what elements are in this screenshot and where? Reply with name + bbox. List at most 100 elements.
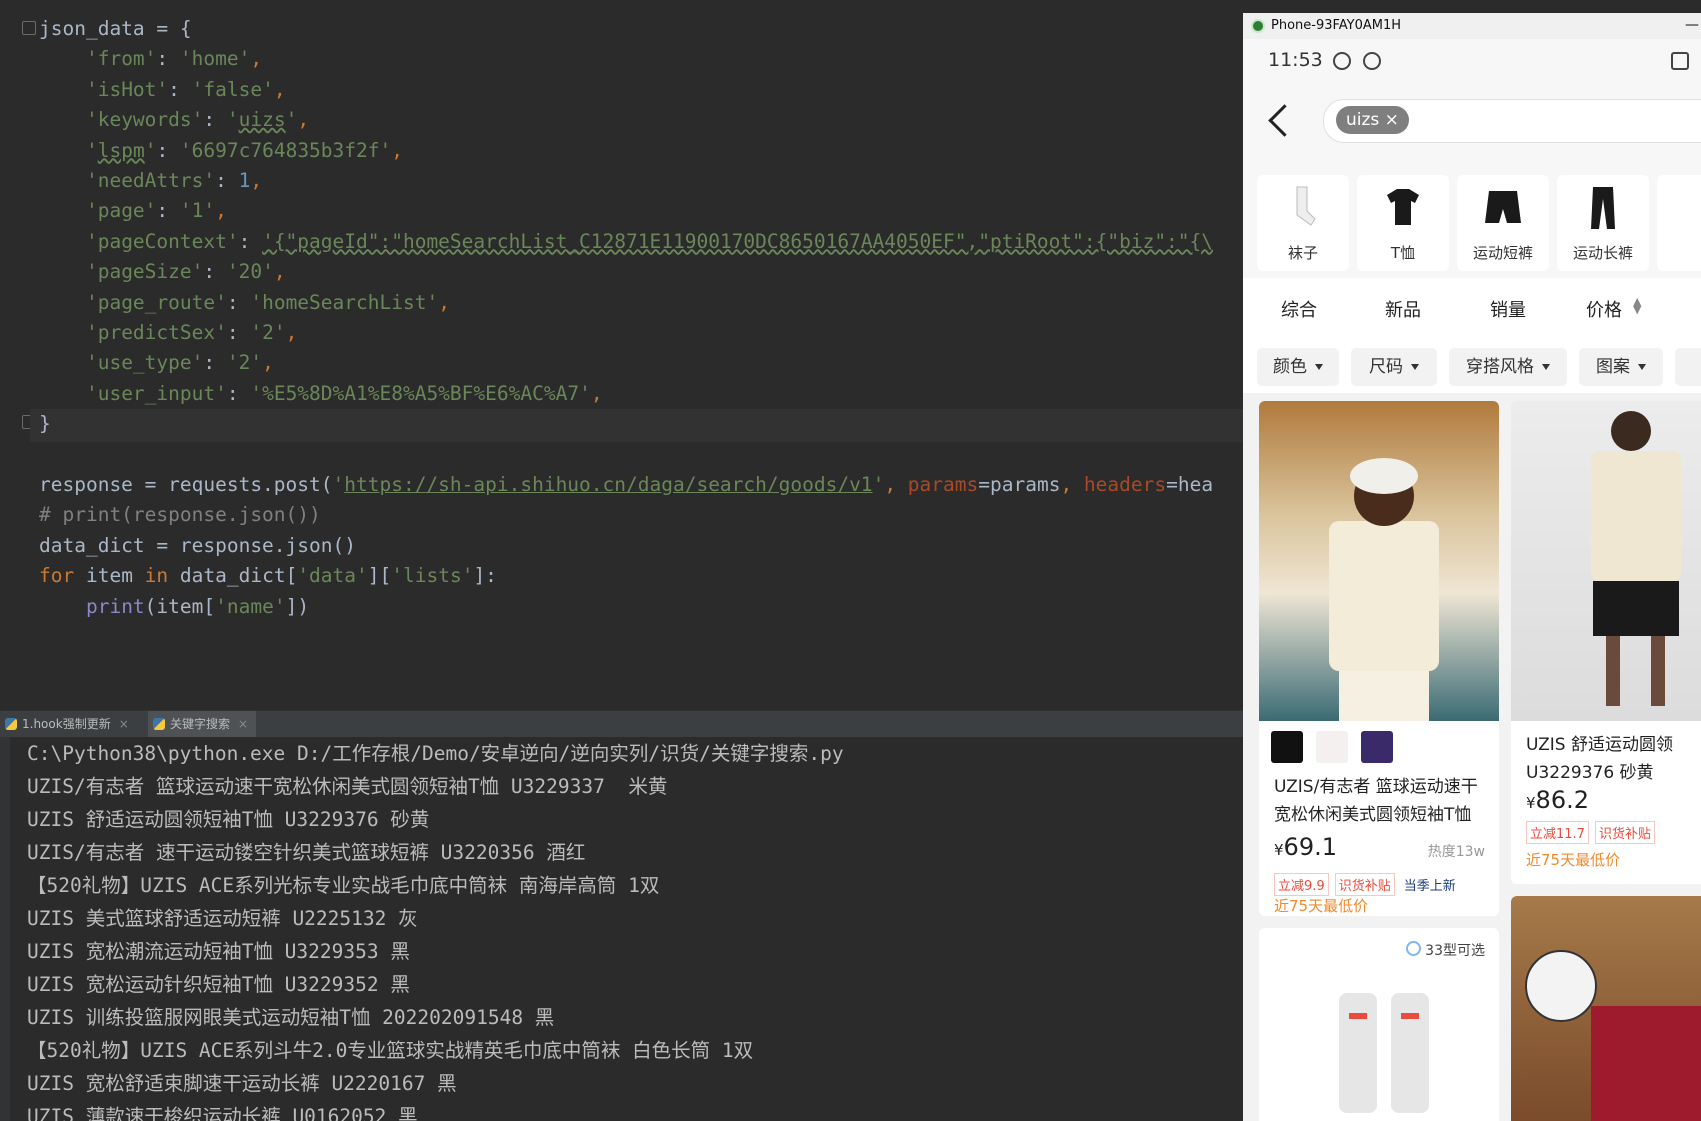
code-token: 'name'	[215, 594, 286, 618]
run-console[interactable]: C:\Python38\python.exe D:/工作存根/Demo/安卓逆向…	[0, 737, 1243, 1121]
product-photo	[1591, 411, 1681, 706]
search-keyword-chip[interactable]: uizs ×	[1336, 106, 1409, 134]
code-token: :	[238, 229, 263, 253]
filter-bar: 颜色 尺码 穿搭风格 图案	[1243, 338, 1701, 393]
code-token: '	[872, 473, 885, 496]
product-card[interactable]: 33型可选	[1259, 928, 1499, 1121]
code-line: # print(response.json())	[39, 498, 321, 531]
code-token: ,	[391, 138, 403, 162]
caret-down-icon	[1638, 364, 1646, 370]
code-line: 'page_route': 'homeSearchList',	[39, 286, 450, 319]
phone-window-titlebar: Phone-93FAY0AM1H —	[1243, 13, 1701, 39]
variants-badge: 33型可选	[1406, 940, 1485, 960]
product-card[interactable]	[1511, 896, 1701, 1121]
category-shorts[interactable]: 运动短裤	[1457, 175, 1549, 271]
code-token: ,	[250, 169, 263, 192]
code-token: data_dict[	[179, 564, 298, 588]
run-tabs: 1.hook强制更新 × 关键字搜索 ×	[0, 710, 1243, 739]
code-token: '6697c764835b3f2f'	[179, 138, 392, 162]
code-token: ,	[262, 351, 274, 375]
minimize-icon[interactable]: —	[1685, 13, 1699, 38]
console-line: UZIS 宽松舒适束脚速干运动长裤 U2220167 黑	[27, 1072, 457, 1095]
lowest-price-note: 近75天最低价	[1274, 897, 1369, 915]
code-editor[interactable]: json_data = { 'from': 'home', 'isHot': '…	[0, 0, 1243, 683]
code-token: 'isHot'	[85, 77, 169, 101]
run-tab-keyword-search[interactable]: 关键字搜索 ×	[148, 711, 257, 739]
code-token: '	[285, 108, 298, 132]
filter-style[interactable]: 穿搭风格	[1449, 348, 1567, 386]
code-token: :	[226, 381, 251, 405]
search-input[interactable]: uizs ×	[1323, 99, 1701, 143]
close-icon[interactable]: ×	[119, 717, 129, 731]
heat-count: 热度13w	[1427, 844, 1485, 860]
filter-more[interactable]	[1675, 348, 1701, 386]
code-token: 'needAttrs'	[85, 169, 216, 192]
back-arrow-icon[interactable]	[1268, 104, 1301, 137]
product-title: UZIS/有志者 篮球运动速干 宽松休闲美式圆领短袖T恤	[1274, 773, 1478, 829]
run-tab-label: 1.hook强制更新	[22, 717, 111, 731]
code-token: ,	[273, 77, 286, 101]
subsidy-tag: 识货补贴	[1594, 821, 1655, 844]
code-token: ,	[285, 321, 298, 344]
code-token: (item[	[144, 594, 216, 618]
filter-color[interactable]: 颜色	[1257, 348, 1339, 386]
category-tshirt[interactable]: T恤	[1357, 175, 1449, 271]
run-tab-label: 关键字搜索	[170, 717, 231, 731]
filter-pattern[interactable]: 图案	[1579, 348, 1663, 386]
phone-window-title: Phone-93FAY0AM1H	[1271, 18, 1402, 33]
category-pants[interactable]: 运动长裤	[1557, 175, 1649, 271]
console-line: UZIS/有志者 速干运动镂空针织美式篮球短裤 U3220356 酒红	[27, 841, 586, 864]
category-more[interactable]	[1657, 175, 1701, 271]
code-token: ,	[215, 199, 227, 223]
sort-price[interactable]: 价格	[1586, 296, 1622, 322]
console-line: UZIS/有志者 篮球运动速干宽松休闲美式圆领短袖T恤 U3229337 米黄	[27, 775, 668, 798]
run-tab-hook[interactable]: 1.hook强制更新 ×	[0, 711, 137, 737]
code-token: }	[39, 412, 51, 436]
product-title: UZIS 舒适运动圆领 U3229376 砂黄	[1526, 731, 1673, 787]
fold-marker-icon[interactable]	[22, 21, 36, 35]
code-token: '2'	[250, 321, 286, 344]
code-line: 'keywords': 'uizs',	[39, 103, 309, 136]
status-time: 11:53	[1268, 49, 1323, 71]
code-token: :	[168, 77, 192, 101]
code-token: ]:	[473, 564, 497, 588]
color-swatch-black[interactable]	[1271, 731, 1303, 763]
sort-new[interactable]: 新品	[1385, 296, 1421, 322]
color-swatch-white[interactable]	[1316, 731, 1348, 763]
code-token: data_dict = response.json()	[39, 533, 356, 557]
globe-icon	[1363, 52, 1381, 70]
sort-comprehensive[interactable]: 综合	[1281, 296, 1317, 322]
console-line: UZIS 舒适运动圆领短袖T恤 U3229376 砂黄	[27, 808, 430, 831]
code-line: 'pageContext': '{"pageId":"homeSearchLis…	[39, 225, 1213, 258]
price-value: 86.2	[1535, 786, 1589, 814]
product-tags: 立减11.7 识货补贴	[1526, 821, 1661, 844]
code-token: uizs	[238, 108, 286, 132]
code-token: item	[85, 564, 145, 588]
close-icon[interactable]: ×	[238, 717, 248, 731]
code-token: # print(response.json())	[39, 503, 321, 527]
current-line-highlight	[30, 409, 1243, 442]
code-token: ][	[367, 564, 392, 588]
color-swatch-purple[interactable]	[1361, 731, 1393, 763]
sort-sales[interactable]: 销量	[1490, 296, 1526, 322]
category-label: T恤	[1390, 244, 1416, 262]
code-line: 'use_type': '2',	[39, 346, 274, 379]
category-socks[interactable]: 袜子	[1257, 175, 1349, 271]
product-card[interactable]: UZIS 舒适运动圆领 U3229376 砂黄 ¥86.2 立减11.7 识货补贴…	[1511, 401, 1701, 884]
code-token: ,	[1060, 473, 1084, 496]
status-bar: 11:53	[1243, 39, 1701, 85]
code-token: ])	[285, 594, 310, 618]
discount-tag: 立减9.9	[1274, 873, 1329, 896]
category-label: 运动长裤	[1572, 244, 1633, 262]
filter-label: 穿搭风格	[1466, 357, 1534, 377]
code-line: 'pageSize': '20',	[39, 255, 286, 288]
code-token: ,	[438, 290, 450, 314]
console-line: UZIS 美式篮球舒适运动短裤 U2225132 灰	[27, 907, 418, 930]
code-token: 'page_route'	[85, 290, 227, 314]
product-card[interactable]: UZIS/有志者 篮球运动速干 宽松休闲美式圆领短袖T恤 ¥69.1 热度13w…	[1259, 401, 1499, 916]
product-feed[interactable]: UZIS/有志者 篮球运动速干 宽松休闲美式圆领短袖T恤 ¥69.1 热度13w…	[1243, 393, 1701, 1121]
code-line: 'lspm': '6697c764835b3f2f',	[39, 134, 403, 167]
filter-size[interactable]: 尺码	[1351, 348, 1437, 386]
